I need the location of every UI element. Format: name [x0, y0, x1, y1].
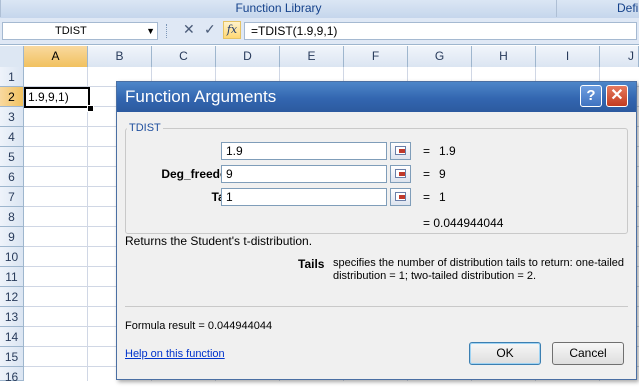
arg-input-tails[interactable]: 1	[221, 188, 387, 206]
ribbon-group-defined-names[interactable]: Defi	[556, 0, 639, 17]
help-on-function-link[interactable]: Help on this function	[125, 348, 225, 360]
name-box-value: TDIST	[55, 25, 87, 37]
row-header-5[interactable]: 5	[0, 147, 24, 167]
arg-result-tails: 1	[439, 190, 446, 204]
row-header-6[interactable]: 6	[0, 167, 24, 187]
collapse-dialog-icon[interactable]	[390, 165, 411, 183]
close-icon[interactable]: ✕	[606, 85, 628, 107]
cancel-button[interactable]: Cancel	[552, 342, 624, 365]
column-header-b[interactable]: B	[88, 46, 152, 67]
arg-eq-deg-freedom: =	[423, 167, 431, 181]
argument-help-label: Tails	[298, 257, 325, 271]
enter-check-icon[interactable]: ✓	[204, 21, 216, 38]
dropdown-arrow-icon[interactable]: ▼	[146, 23, 155, 39]
help-icon[interactable]: ?	[580, 85, 602, 107]
column-header-e[interactable]: E	[280, 46, 344, 67]
name-box[interactable]: TDIST ▼	[2, 22, 158, 40]
column-header-i[interactable]: I	[536, 46, 600, 67]
function-name-label: TDIST	[127, 122, 163, 134]
formula-result: Formula result = 0.044944044	[125, 320, 273, 332]
dialog-title: Function Arguments	[125, 87, 277, 106]
function-description: Returns the Student's t-distribution.	[125, 234, 313, 248]
column-header-a[interactable]: A	[24, 46, 88, 67]
select-all-corner[interactable]	[0, 46, 24, 67]
row-header-9[interactable]: 9	[0, 227, 24, 247]
divider	[125, 306, 628, 307]
row-header-4[interactable]: 4	[0, 127, 24, 147]
arg-input-deg-freedom[interactable]: 9	[221, 165, 387, 183]
row-header-2[interactable]: 2	[0, 87, 24, 107]
ok-button[interactable]: OK	[469, 342, 541, 365]
row-header-10[interactable]: 10	[0, 247, 24, 267]
row-header-11[interactable]: 11	[0, 267, 24, 287]
row-header-16[interactable]: 16	[0, 367, 24, 384]
dialog-titlebar[interactable]: Function Arguments ? ✕	[117, 82, 636, 112]
insert-function-icon[interactable]: fx	[223, 21, 241, 39]
row-header-3[interactable]: 3	[0, 107, 24, 127]
fill-handle[interactable]	[87, 105, 94, 112]
active-cell-a2[interactable]: 1.9,9,1)	[24, 87, 90, 108]
ribbon-group-function-library[interactable]: Function Library	[0, 0, 556, 17]
row-header-13[interactable]: 13	[0, 307, 24, 327]
column-header-d[interactable]: D	[216, 46, 280, 67]
row-header-12[interactable]: 12	[0, 287, 24, 307]
function-result-value: = 0.044944044	[423, 216, 504, 230]
arg-eq-x: =	[423, 144, 431, 158]
formula-bar: TDIST ▼ ✕ ✓ fx =TDIST(1.9,9,1)	[0, 18, 639, 45]
ribbon-strip: Function Library Defi	[0, 0, 639, 19]
row-header-14[interactable]: 14	[0, 327, 24, 347]
arg-result-x: 1.9	[439, 144, 456, 158]
column-header-h[interactable]: H	[472, 46, 536, 67]
column-header-c[interactable]: C	[152, 46, 216, 67]
row-header-1[interactable]: 1	[0, 67, 24, 87]
column-headers: A B C D E F G H I J	[0, 46, 639, 68]
cancel-x-icon[interactable]: ✕	[183, 21, 195, 38]
column-header-g[interactable]: G	[408, 46, 472, 67]
column-header-j[interactable]: J	[600, 46, 639, 67]
formula-bar-grip[interactable]	[166, 24, 171, 38]
arg-eq-tails: =	[423, 190, 431, 204]
arg-result-deg-freedom: 9	[439, 167, 446, 181]
row-header-7[interactable]: 7	[0, 187, 24, 207]
function-arguments-dialog: Function Arguments ? ✕ TDIST X 1.9 = 1.9…	[116, 81, 637, 380]
collapse-dialog-icon[interactable]	[390, 188, 411, 206]
column-header-f[interactable]: F	[344, 46, 408, 67]
row-header-8[interactable]: 8	[0, 207, 24, 227]
arg-input-x[interactable]: 1.9	[221, 142, 387, 160]
collapse-dialog-icon[interactable]	[390, 142, 411, 160]
row-header-15[interactable]: 15	[0, 347, 24, 367]
argument-help-text: specifies the number of distribution tai…	[333, 257, 625, 282]
formula-input[interactable]: =TDIST(1.9,9,1)	[244, 22, 637, 40]
